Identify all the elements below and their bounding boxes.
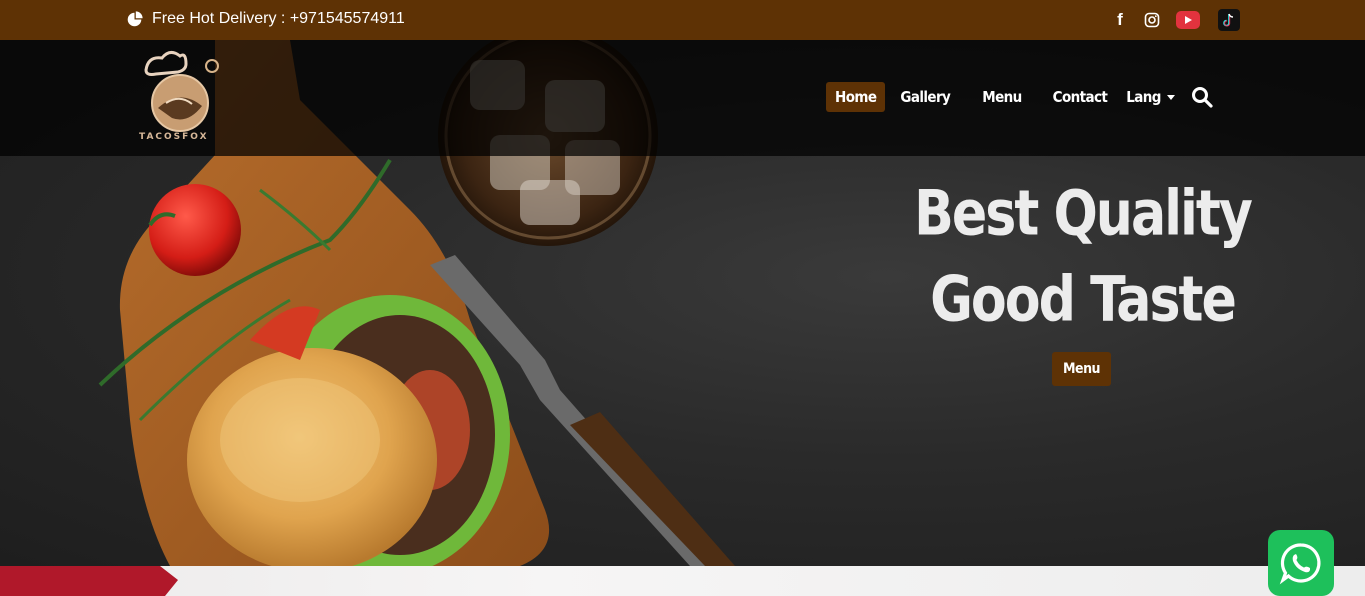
delivery-text: Free Hot Delivery : +971545574911 — [152, 10, 405, 27]
youtube-icon[interactable] — [1176, 11, 1200, 29]
whatsapp-button[interactable] — [1268, 530, 1334, 596]
delivery-info: Free Hot Delivery : +971545574911 — [126, 10, 405, 28]
instagram-icon[interactable] — [1144, 9, 1160, 31]
next-section-background — [0, 566, 1365, 596]
hero-headline-line2: Good Taste — [930, 262, 1237, 336]
hero-menu-button[interactable]: Menu — [1052, 352, 1111, 386]
caret-down-icon — [1166, 94, 1175, 100]
nav-home[interactable]: Home — [826, 82, 886, 112]
hero-headline: Best Quality Good Taste — [900, 172, 1265, 344]
pie-chart-icon — [127, 10, 143, 26]
nav-gallery[interactable]: Gallery — [891, 82, 959, 112]
whatsapp-icon — [1279, 543, 1321, 585]
main-nav: Home Gallery Menu Contact Lang — [826, 80, 1213, 114]
search-icon[interactable] — [1191, 86, 1213, 108]
nav-lang-dropdown[interactable]: Lang — [1120, 82, 1181, 112]
hero-headline-line1: Best Quality — [914, 176, 1253, 250]
nav-lang-label: Lang — [1126, 88, 1161, 106]
nav-contact[interactable]: Contact — [1044, 82, 1117, 112]
nav-menu[interactable]: Menu — [973, 82, 1030, 112]
logo-text: TACOSFOX — [139, 132, 209, 142]
facebook-icon[interactable]: f — [1113, 9, 1127, 31]
social-links: f — [1113, 9, 1240, 31]
top-bar: Free Hot Delivery : +971545574911 f — [0, 0, 1365, 40]
page: Free Hot Delivery : +971545574911 f TACO… — [0, 0, 1365, 596]
red-ribbon — [0, 566, 178, 596]
tiktok-icon[interactable] — [1218, 9, 1240, 31]
